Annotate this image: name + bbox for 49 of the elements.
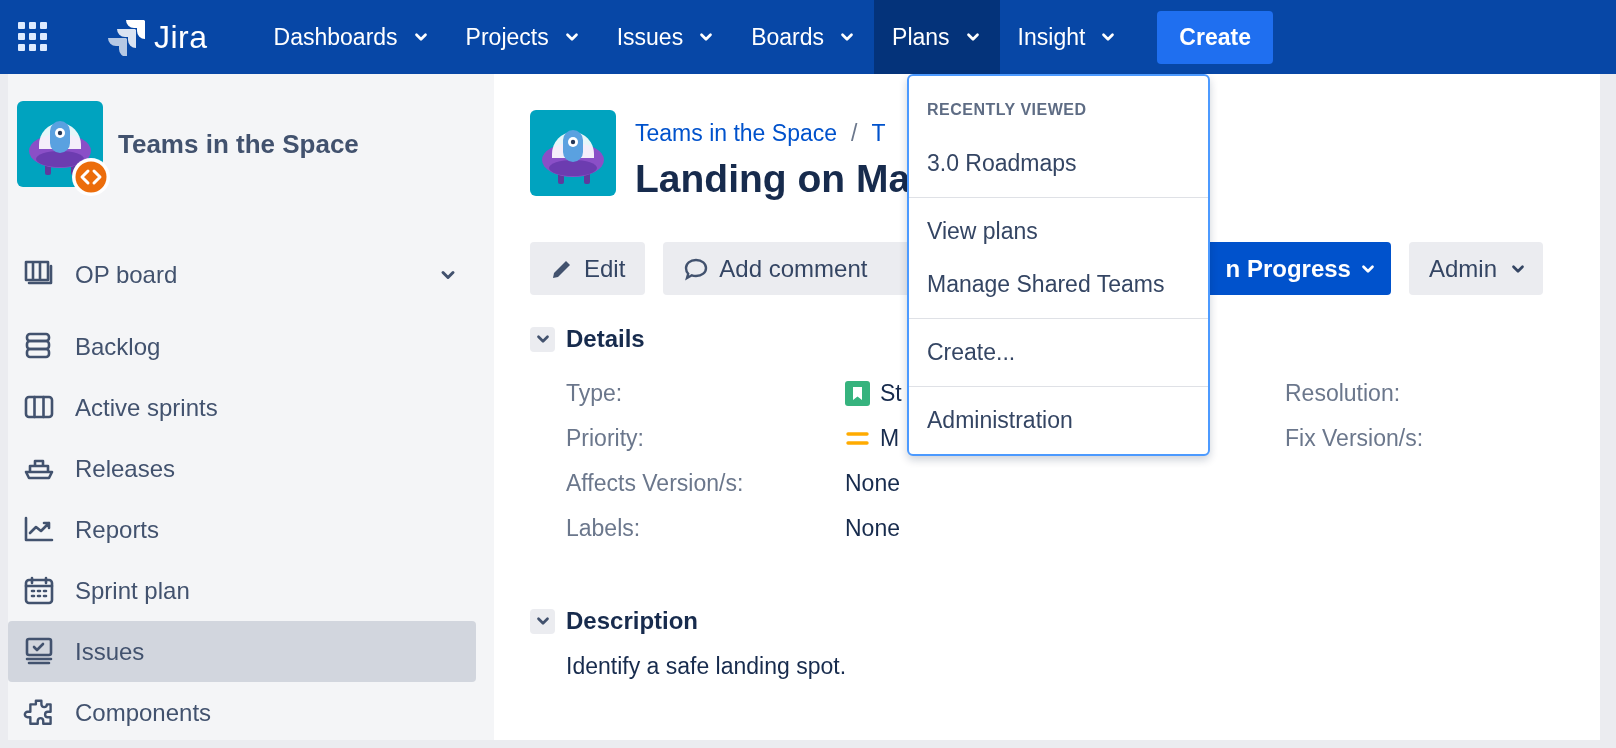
sidebar-item[interactable]: Issues	[8, 621, 476, 682]
sidebar-item[interactable]: Releases	[8, 438, 476, 499]
sidebar-item[interactable]: Components	[8, 682, 476, 740]
issue-project-avatar-icon	[530, 110, 616, 196]
project-name: Teams in the Space	[118, 128, 359, 160]
sidebar-item[interactable]: Sprint plan	[8, 560, 476, 621]
create-button[interactable]: Create	[1157, 10, 1273, 64]
nav-menu-item[interactable]: Dashboards	[255, 0, 448, 74]
field-value: None	[845, 515, 900, 542]
field-label: Resolution:	[1285, 380, 1402, 407]
bookmark-icon	[845, 381, 870, 406]
field-label: Affects Version/s:	[566, 470, 745, 497]
speech-bubble-icon	[683, 256, 710, 281]
menu-item[interactable]: Create...	[909, 326, 1208, 379]
field-label: Fix Version/s:	[1285, 425, 1425, 452]
sidebar-item[interactable]: Backlog	[8, 316, 476, 377]
nav-menu-item[interactable]: Projects	[447, 0, 599, 74]
menu-section-heading: RECENTLY VIEWED	[926, 100, 1088, 120]
issue-title: Landing on Ma	[635, 157, 911, 201]
section-heading: Description	[566, 607, 699, 635]
app-grid-icon[interactable]	[18, 22, 48, 52]
calendar-icon	[22, 574, 56, 607]
collapse-toggle[interactable]	[530, 608, 555, 634]
description-text: Identify a safe landing spot.	[565, 653, 848, 680]
nav-menu-item[interactable]: Plans	[874, 0, 1000, 74]
admin-menu-button[interactable]: Admin	[1408, 242, 1543, 295]
field-value: St	[880, 380, 902, 407]
field-label: Priority:	[566, 425, 645, 452]
field-label: Type:	[566, 380, 624, 407]
breadcrumb-link[interactable]: T	[871, 120, 886, 147]
sidebar-item[interactable]: OP board	[8, 244, 476, 305]
field-value: M	[880, 425, 900, 452]
edit-button[interactable]: Edit	[530, 242, 646, 295]
field-value: None	[845, 470, 900, 497]
breadcrumb-link[interactable]: Teams in the Space	[635, 120, 837, 147]
nav-menu-item[interactable]: Issues	[598, 0, 734, 74]
project-avatar-icon	[17, 101, 103, 187]
section-heading: Details	[566, 325, 645, 353]
field-label: Labels:	[566, 515, 642, 542]
menu-item[interactable]: 3.0 Roadmaps	[909, 137, 1208, 190]
nav-menu-item[interactable]: Insight	[999, 0, 1136, 74]
sidebar-item[interactable]: Active sprints	[8, 377, 476, 438]
code-badge-icon	[72, 158, 110, 196]
collapse-toggle[interactable]	[530, 326, 555, 352]
jira-logo[interactable]: Jira	[108, 18, 208, 56]
breadcrumb-separator: /	[851, 120, 858, 147]
menu-item[interactable]: Administration	[909, 394, 1208, 447]
sidebar-item[interactable]: Reports	[8, 499, 476, 560]
nav-menu-item[interactable]: Boards	[733, 0, 875, 74]
